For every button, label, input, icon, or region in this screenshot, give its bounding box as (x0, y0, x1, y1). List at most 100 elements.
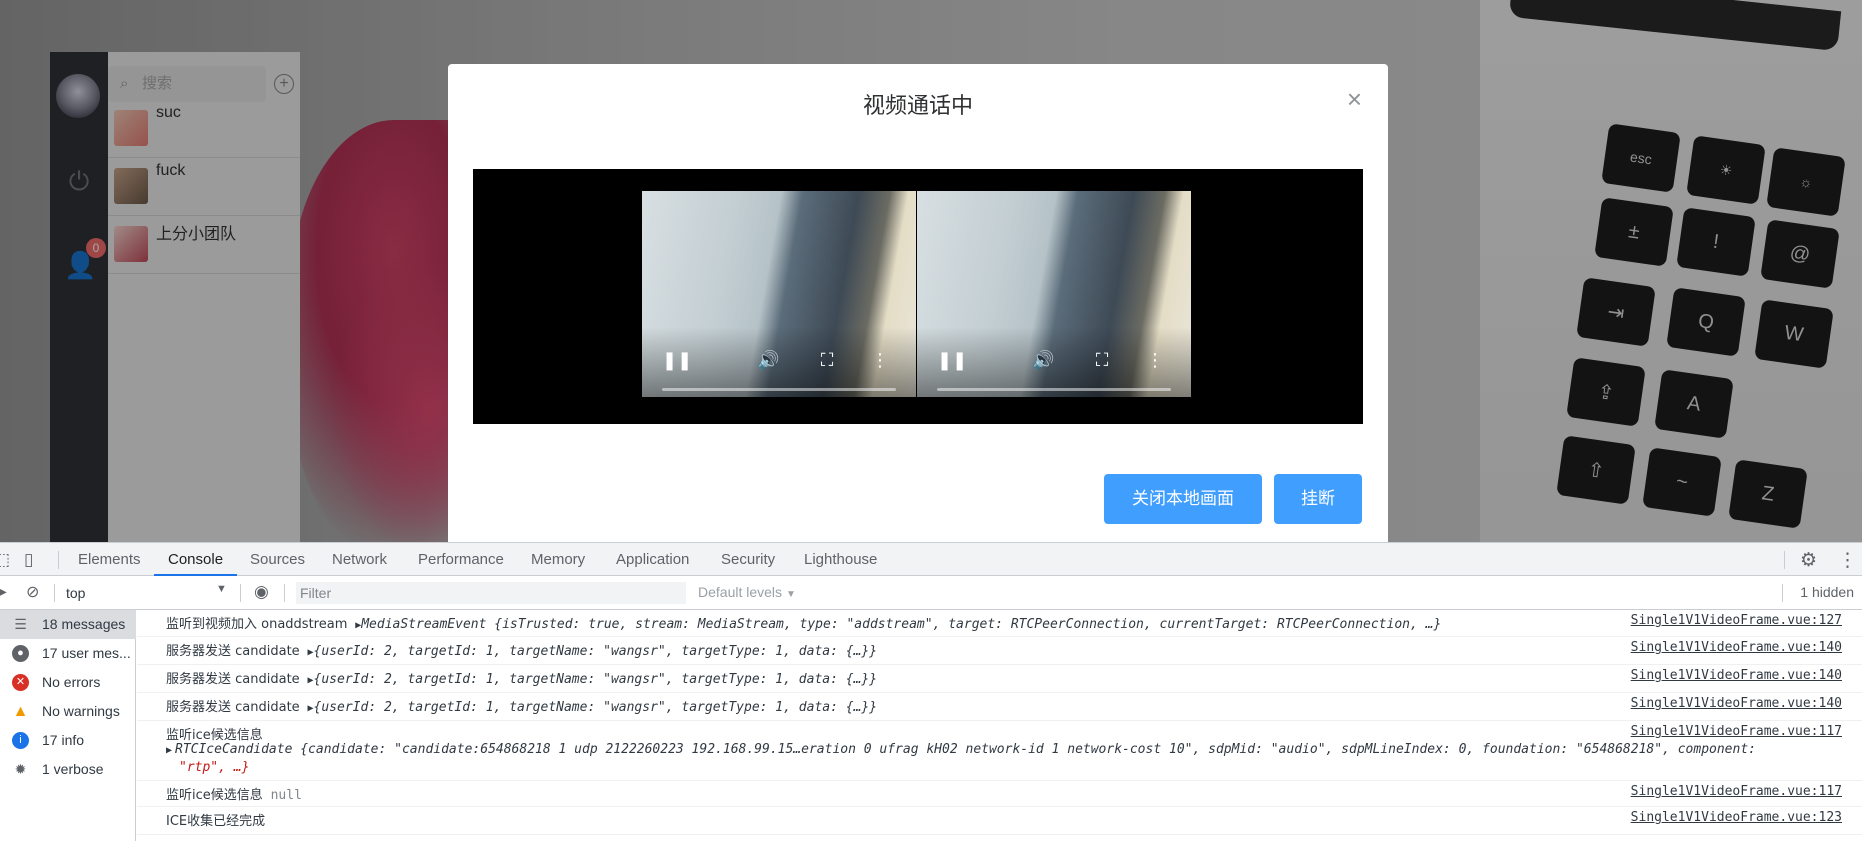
live-expression-eye-icon[interactable]: ◉ (254, 582, 269, 602)
sidebar-item-label: 18 messages (42, 616, 126, 632)
local-video[interactable]: ❚❚ 🔊 ⛶ ⋮ (917, 191, 1191, 397)
console-message: 监听ice候选信息 null Single1V1VideoFrame.vue:1… (137, 781, 1862, 807)
log-object[interactable]: {userId: 2, targetId: 1, targetName: "wa… (314, 644, 878, 659)
sidebar-item-warnings[interactable]: ▲ No warnings (0, 697, 136, 726)
volume-icon[interactable]: 🔊 (1032, 350, 1054, 371)
console-message-text: 监听到视频加入 onaddstream ▶MediaStreamEvent {i… (166, 613, 1441, 632)
tab-lighthouse[interactable]: Lighthouse (804, 543, 877, 576)
sidebar-item-info[interactable]: i 17 info (0, 726, 136, 755)
tab-network[interactable]: Network (332, 543, 387, 576)
sidebar-item-label: No warnings (42, 703, 120, 719)
source-link[interactable]: Single1V1VideoFrame.vue:123 (1631, 810, 1842, 825)
sidebar-item-label: No errors (42, 674, 101, 690)
tab-sources[interactable]: Sources (250, 543, 305, 576)
settings-gear-icon[interactable]: ⚙ (1800, 549, 1817, 572)
video-progress-bar[interactable] (662, 388, 896, 391)
volume-icon[interactable]: 🔊 (757, 350, 779, 371)
log-object[interactable]: MediaStreamEvent {isTrusted: true, strea… (361, 617, 1441, 632)
separator (1782, 584, 1783, 602)
tab-application[interactable]: Application (616, 543, 689, 576)
separator (58, 551, 59, 569)
devtools-tab-bar: ⬚ ▯ Elements Console Sources Network Per… (0, 543, 1862, 576)
sidebar-item-label: 17 user mes... (42, 645, 131, 661)
log-text: 服务器发送 candidate (166, 644, 300, 659)
console-message: 监听到视频加入 onaddstream ▶MediaStreamEvent {i… (137, 610, 1862, 637)
inspect-element-icon[interactable]: ⬚ (0, 550, 10, 570)
more-options-icon[interactable]: ⋮ (870, 350, 890, 371)
source-link[interactable]: Single1V1VideoFrame.vue:140 (1631, 668, 1842, 683)
log-text: 监听ice候选信息 (166, 788, 263, 803)
source-link[interactable]: Single1V1VideoFrame.vue:127 (1631, 613, 1842, 628)
user-icon: ● (12, 645, 29, 662)
video-progress-bar[interactable] (937, 388, 1171, 391)
fullscreen-icon[interactable]: ⛶ (1092, 350, 1112, 371)
tab-console[interactable]: Console (154, 543, 238, 576)
list-icon: ☰ (14, 616, 27, 632)
log-text: 监听到视频加入 onaddstream (166, 617, 348, 632)
sidebar-item-messages[interactable]: ☰ 18 messages (0, 610, 136, 639)
ice-candidate-object-continued: "rtp", …} (179, 760, 250, 775)
console-message-text: 服务器发送 candidate ▶{userId: 2, targetId: 1… (166, 668, 877, 687)
console-sidebar: ☰ 18 messages ● 17 user mes... ✕ No erro… (0, 610, 136, 841)
error-icon: ✕ (12, 674, 29, 691)
warning-icon: ▲ (12, 703, 29, 720)
separator (284, 584, 285, 602)
context-selector[interactable]: top (66, 582, 230, 604)
console-log-area: 监听到视频加入 onaddstream ▶ MediaStreamEvent {i… (137, 610, 1862, 841)
log-text: 监听ice候选信息 (166, 728, 263, 743)
filter-input[interactable] (296, 582, 686, 604)
chevron-down-icon[interactable]: ▼ (216, 583, 227, 595)
source-link[interactable]: Single1V1VideoFrame.vue:140 (1631, 696, 1842, 711)
hidden-messages-count: 1 hidden (1800, 584, 1854, 600)
source-link[interactable]: Single1V1VideoFrame.vue:117 (1631, 724, 1842, 739)
hangup-button[interactable]: 挂断 (1274, 474, 1362, 524)
chevron-down-icon: ▼ (785, 589, 796, 600)
more-menu-icon[interactable]: ⋮ (1838, 549, 1857, 572)
fullscreen-icon[interactable]: ⛶ (817, 350, 837, 371)
video-stage: ❚❚ 🔊 ⛶ ⋮ ❚❚ 🔊 ⛶ ⋮ (473, 169, 1363, 424)
log-object[interactable]: {userId: 2, targetId: 1, targetName: "wa… (314, 672, 878, 687)
log-object[interactable]: {userId: 2, targetId: 1, targetName: "wa… (314, 700, 878, 715)
sidebar-item-user-messages[interactable]: ● 17 user mes... (0, 639, 136, 668)
console-message-text: 服务器发送 candidate ▶{userId: 2, targetId: 1… (166, 696, 877, 715)
tab-elements[interactable]: Elements (78, 543, 141, 576)
pause-icon[interactable]: ❚❚ (662, 350, 692, 371)
console-message-text: 监听ice候选信息 null (166, 784, 302, 803)
log-text: 服务器发送 candidate (166, 700, 300, 715)
close-icon[interactable]: × (1347, 86, 1362, 112)
remote-video[interactable]: ❚❚ 🔊 ⛶ ⋮ (642, 191, 916, 397)
console-toolbar: ▶ ⊘ top ▼ ◉ Default levels ▼ 1 hidden (0, 576, 1862, 610)
tab-memory[interactable]: Memory (531, 543, 585, 576)
device-toolbar-icon[interactable]: ▯ (24, 550, 33, 570)
separator (54, 584, 55, 602)
log-levels-label: Default levels (698, 584, 783, 600)
tab-security[interactable]: Security (721, 543, 775, 576)
console-message: 服务器发送 candidate ▶{userId: 2, targetId: 1… (137, 637, 1862, 665)
log-levels-dropdown[interactable]: Default levels ▼ (698, 584, 796, 600)
sidebar-item-label: 17 info (42, 732, 85, 748)
source-link[interactable]: Single1V1VideoFrame.vue:117 (1631, 784, 1842, 799)
ice-candidate-object[interactable]: RTCIceCandidate {candidate: "candidate:6… (175, 742, 1756, 757)
log-null-value: null (270, 788, 302, 803)
log-text: 服务器发送 candidate (166, 672, 300, 687)
sidebar-item-verbose[interactable]: ✹ 1 verbose (0, 755, 136, 784)
more-options-icon[interactable]: ⋮ (1145, 350, 1165, 371)
info-icon: i (12, 732, 29, 749)
close-local-video-button[interactable]: 关闭本地画面 (1104, 474, 1262, 524)
clear-console-icon[interactable]: ⊘ (26, 582, 39, 602)
expand-triangle-icon[interactable]: ▶ (166, 742, 172, 757)
sidebar-item-errors[interactable]: ✕ No errors (0, 668, 136, 697)
web-app-viewport: esc ☀ ☼ ± ! @ ⇥ Q W ⇪ A ⇧ ~ Z ⏻ 👤 0 ⌕ 搜索… (0, 0, 1862, 542)
separator (1784, 551, 1785, 569)
console-message: 服务器发送 candidate ▶{userId: 2, targetId: 1… (137, 665, 1862, 693)
bug-icon: ✹ (14, 761, 27, 777)
sidebar-toggle-icon[interactable]: ▶ (0, 583, 7, 600)
console-message: ICE收集已经完成 Single1V1VideoFrame.vue:123 (137, 807, 1862, 835)
console-message: 服务器发送 candidate ▶{userId: 2, targetId: 1… (137, 693, 1862, 721)
tab-performance[interactable]: Performance (418, 543, 504, 576)
devtools-panel: ⬚ ▯ Elements Console Sources Network Per… (0, 542, 1862, 841)
console-message-text: 服务器发送 candidate ▶{userId: 2, targetId: 1… (166, 640, 877, 659)
separator (240, 584, 241, 602)
source-link[interactable]: Single1V1VideoFrame.vue:140 (1631, 640, 1842, 655)
pause-icon[interactable]: ❚❚ (937, 350, 967, 371)
